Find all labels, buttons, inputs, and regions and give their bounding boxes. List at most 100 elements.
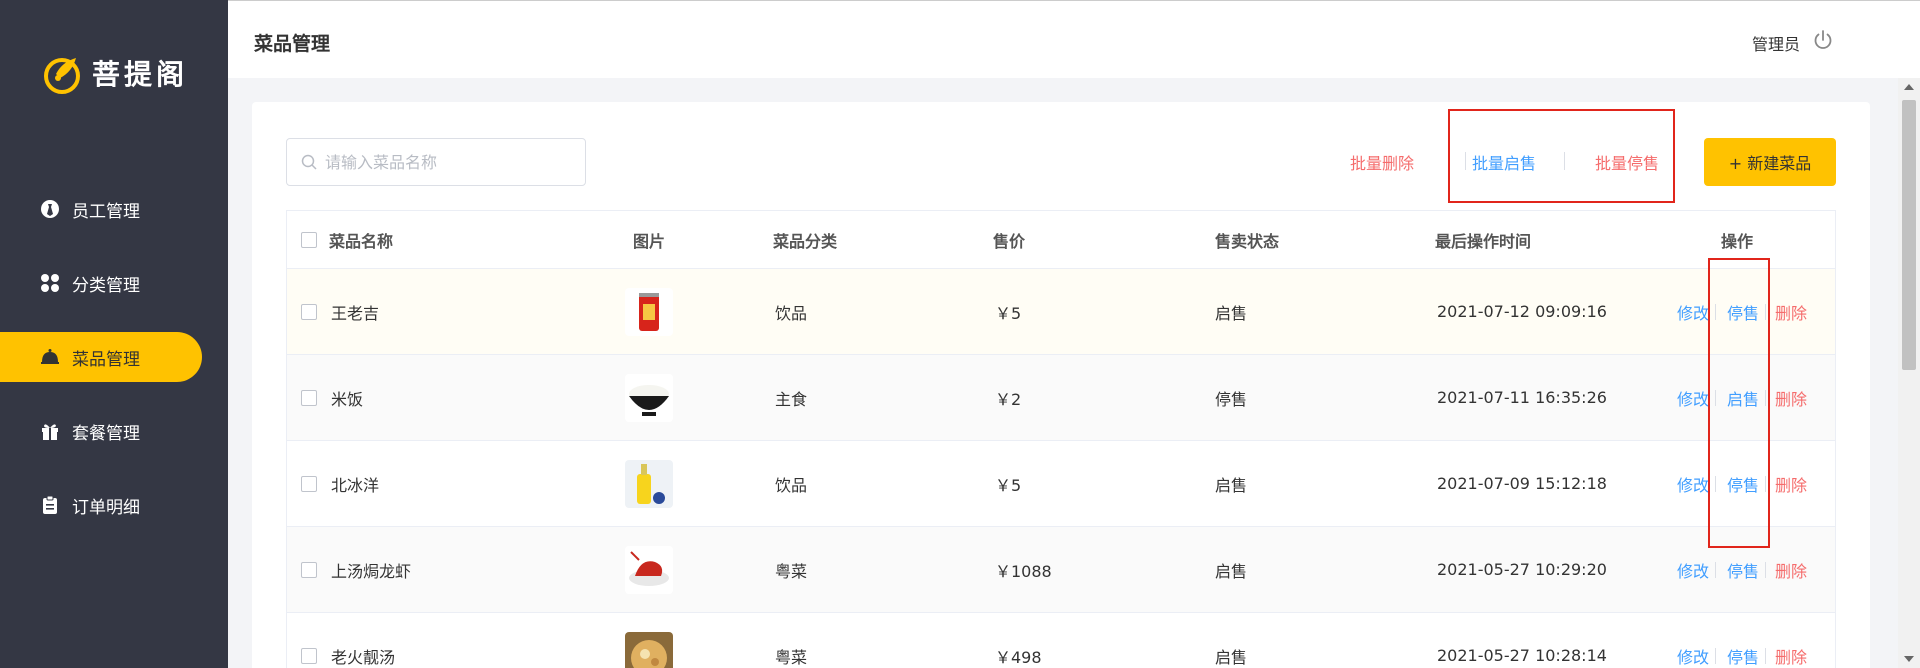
sidebar-item-dish[interactable]: 菜品管理 — [0, 332, 202, 382]
sidebar-item-label: 菜品管理 — [72, 349, 140, 370]
sidebar-item-label: 订单明细 — [72, 497, 140, 518]
edit-link[interactable]: 修改 — [1677, 644, 1709, 668]
page-scrollbar[interactable] — [1898, 78, 1920, 668]
sidebar-item-label: 套餐管理 — [72, 423, 140, 444]
dish-image-rice — [625, 373, 673, 422]
dish-price: ￥498 — [995, 647, 1042, 667]
last-modified-time: 2021-07-11 16:35:26 — [1437, 388, 1607, 407]
user-name[interactable]: 管理员 — [1752, 31, 1800, 55]
delete-link[interactable]: 删除 — [1775, 644, 1807, 668]
column-header: 菜品名称 — [329, 231, 394, 251]
dish-category: 主食 — [775, 389, 808, 409]
dish-name: 老火靓汤 — [331, 647, 396, 667]
dish-status: 启售 — [1215, 303, 1248, 323]
dish-image-soup — [625, 631, 673, 668]
brand-name: 菩提阁 — [92, 58, 189, 91]
scroll-down-arrow-icon[interactable] — [1904, 656, 1914, 662]
dish-name: 北冰洋 — [331, 475, 380, 495]
table-row: 米饭 主食 ￥2 停售 2021-07-11 16:35:26 修改 启售 删除 — [287, 355, 1835, 441]
column-header: 售价 — [993, 231, 1026, 251]
dish-table: 菜品名称 图片 菜品分类 售价 售卖状态 最后操作时间 操作 王老吉 饮品 ￥5… — [286, 210, 1836, 668]
search-input[interactable] — [325, 152, 565, 172]
edit-link[interactable]: 修改 — [1677, 386, 1709, 410]
table-row: 北冰洋 饮品 ￥5 启售 2021-07-09 15:12:18 修改 停售 删… — [287, 441, 1835, 527]
edit-link[interactable]: 修改 — [1677, 558, 1709, 582]
dish-category: 粤菜 — [775, 561, 808, 581]
last-modified-time: 2021-07-12 09:09:16 — [1437, 302, 1607, 321]
dish-price: ￥5 — [995, 303, 1022, 323]
table-row: 王老吉 饮品 ￥5 启售 2021-07-12 09:09:16 修改 停售 删… — [287, 269, 1835, 355]
sidebar-nav: 员工管理 分类管理 菜品管理 套餐管理 订单明细 — [0, 184, 228, 554]
dish-cloche-icon — [40, 347, 60, 367]
search-box — [286, 138, 586, 186]
row-checkbox[interactable] — [301, 647, 317, 664]
sidebar-item-category[interactable]: 分类管理 — [0, 258, 228, 308]
delete-link[interactable]: 删除 — [1775, 558, 1807, 582]
table-row: 上汤焗龙虾 粤菜 ￥1088 启售 2021-05-27 10:29:20 修改… — [287, 527, 1835, 613]
row-checkbox[interactable] — [301, 561, 317, 578]
power-logout-icon[interactable] — [1812, 29, 1834, 51]
delete-link[interactable]: 删除 — [1775, 472, 1807, 496]
gift-icon — [40, 421, 60, 441]
edit-link[interactable]: 修改 — [1677, 472, 1709, 496]
table-row: 老火靓汤 粤菜 ￥498 启售 2021-05-27 10:28:14 修改 停… — [287, 613, 1835, 668]
dish-name: 王老吉 — [331, 303, 380, 323]
table-header: 菜品名称 图片 菜品分类 售价 售卖状态 最后操作时间 操作 — [287, 211, 1835, 269]
dish-category: 粤菜 — [775, 647, 808, 667]
highlight-box-toggle-column — [1708, 258, 1770, 548]
new-dish-button[interactable]: + 新建菜品 — [1704, 138, 1836, 186]
leaf-logo-icon — [44, 58, 80, 94]
dish-price: ￥2 — [995, 389, 1022, 409]
column-header: 最后操作时间 — [1435, 231, 1532, 251]
highlight-box-batch — [1448, 109, 1675, 203]
row-checkbox[interactable] — [301, 303, 317, 320]
dish-price: ￥5 — [995, 475, 1022, 495]
divider — [1765, 561, 1766, 578]
row-checkbox[interactable] — [301, 389, 317, 406]
employee-icon — [40, 199, 60, 219]
dish-status: 启售 — [1215, 561, 1248, 581]
scroll-up-arrow-icon[interactable] — [1904, 84, 1914, 90]
delete-link[interactable]: 删除 — [1775, 386, 1807, 410]
sidebar-item-combo[interactable]: 套餐管理 — [0, 406, 228, 456]
content-card: 批量删除 批量启售 批量停售 + 新建菜品 菜品名称 图片 菜品分类 售价 售卖… — [252, 102, 1870, 668]
dish-category: 饮品 — [775, 475, 808, 495]
dish-status: 启售 — [1215, 647, 1248, 667]
delete-link[interactable]: 删除 — [1775, 300, 1807, 324]
sidebar: 菩提阁 员工管理 分类管理 菜品管理 套餐管理 订单明细 — [0, 0, 228, 668]
last-modified-time: 2021-07-09 15:12:18 — [1437, 474, 1607, 493]
dish-status: 启售 — [1215, 475, 1248, 495]
toggle-sale-link[interactable]: 停售 — [1727, 558, 1759, 582]
dish-name: 米饭 — [331, 389, 364, 409]
column-header: 图片 — [633, 231, 666, 251]
divider — [1715, 647, 1716, 664]
dish-name: 上汤焗龙虾 — [331, 561, 412, 581]
sidebar-item-employee[interactable]: 员工管理 — [0, 184, 228, 234]
category-icon — [40, 273, 60, 293]
last-modified-time: 2021-05-27 10:28:14 — [1437, 646, 1607, 665]
dish-image-lobster — [625, 545, 673, 594]
divider — [1715, 561, 1716, 578]
clipboard-icon — [40, 495, 60, 515]
page-title: 菜品管理 — [254, 33, 331, 55]
row-checkbox[interactable] — [301, 475, 317, 492]
column-header: 操作 — [1721, 231, 1754, 251]
column-header: 售卖状态 — [1215, 231, 1280, 251]
divider — [1765, 647, 1766, 664]
select-all-checkbox[interactable] — [301, 231, 317, 248]
dish-image-can — [625, 287, 673, 336]
last-modified-time: 2021-05-27 10:29:20 — [1437, 560, 1607, 579]
batch-delete-button[interactable]: 批量删除 — [1350, 150, 1414, 174]
column-header: 菜品分类 — [773, 231, 838, 251]
dish-status: 停售 — [1215, 389, 1248, 409]
top-header: 菜品管理 管理员 — [228, 0, 1920, 78]
edit-link[interactable]: 修改 — [1677, 300, 1709, 324]
search-icon — [301, 154, 317, 170]
dish-price: ￥1088 — [995, 561, 1052, 581]
dish-category: 饮品 — [775, 303, 808, 323]
brand-logo[interactable]: 菩提阁 — [42, 52, 188, 94]
toggle-sale-link[interactable]: 停售 — [1727, 644, 1759, 668]
scroll-thumb[interactable] — [1902, 100, 1916, 370]
sidebar-item-orders[interactable]: 订单明细 — [0, 480, 228, 530]
sidebar-item-label: 分类管理 — [72, 275, 140, 296]
